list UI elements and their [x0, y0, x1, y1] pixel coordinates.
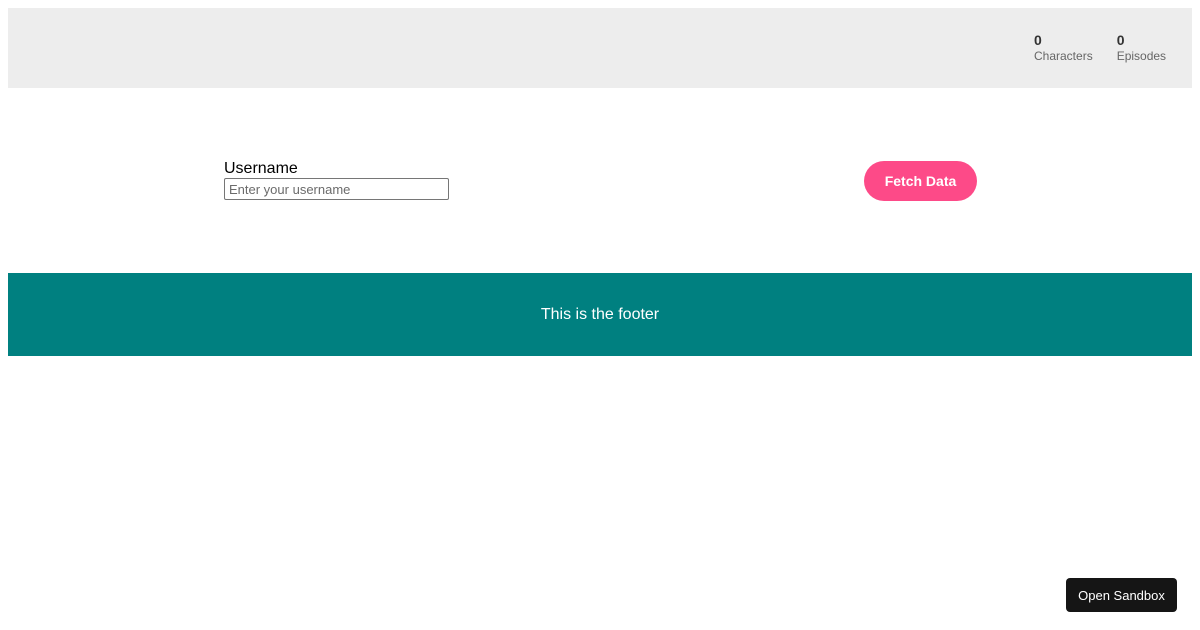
footer: This is the footer [8, 273, 1192, 356]
username-label: Username [224, 160, 298, 177]
stat-characters: 0 Characters [1034, 32, 1093, 64]
page: 0 Characters 0 Episodes Username Fetch D… [0, 0, 1200, 630]
stat-episodes: 0 Episodes [1117, 32, 1166, 64]
stats-group: 0 Characters 0 Episodes [1034, 32, 1166, 64]
episodes-count: 0 [1116, 32, 1125, 48]
characters-count: 0 [1034, 32, 1042, 48]
username-form: Username [224, 160, 449, 200]
username-input[interactable] [224, 178, 449, 200]
characters-label: Characters [1034, 49, 1093, 63]
header-bar: 0 Characters 0 Episodes [8, 8, 1192, 88]
episodes-label: Episodes [1116, 49, 1167, 63]
fetch-data-button[interactable]: Fetch Data [864, 161, 977, 201]
open-sandbox-button[interactable]: Open Sandbox [1066, 578, 1177, 612]
footer-text: This is the footer [540, 305, 660, 323]
